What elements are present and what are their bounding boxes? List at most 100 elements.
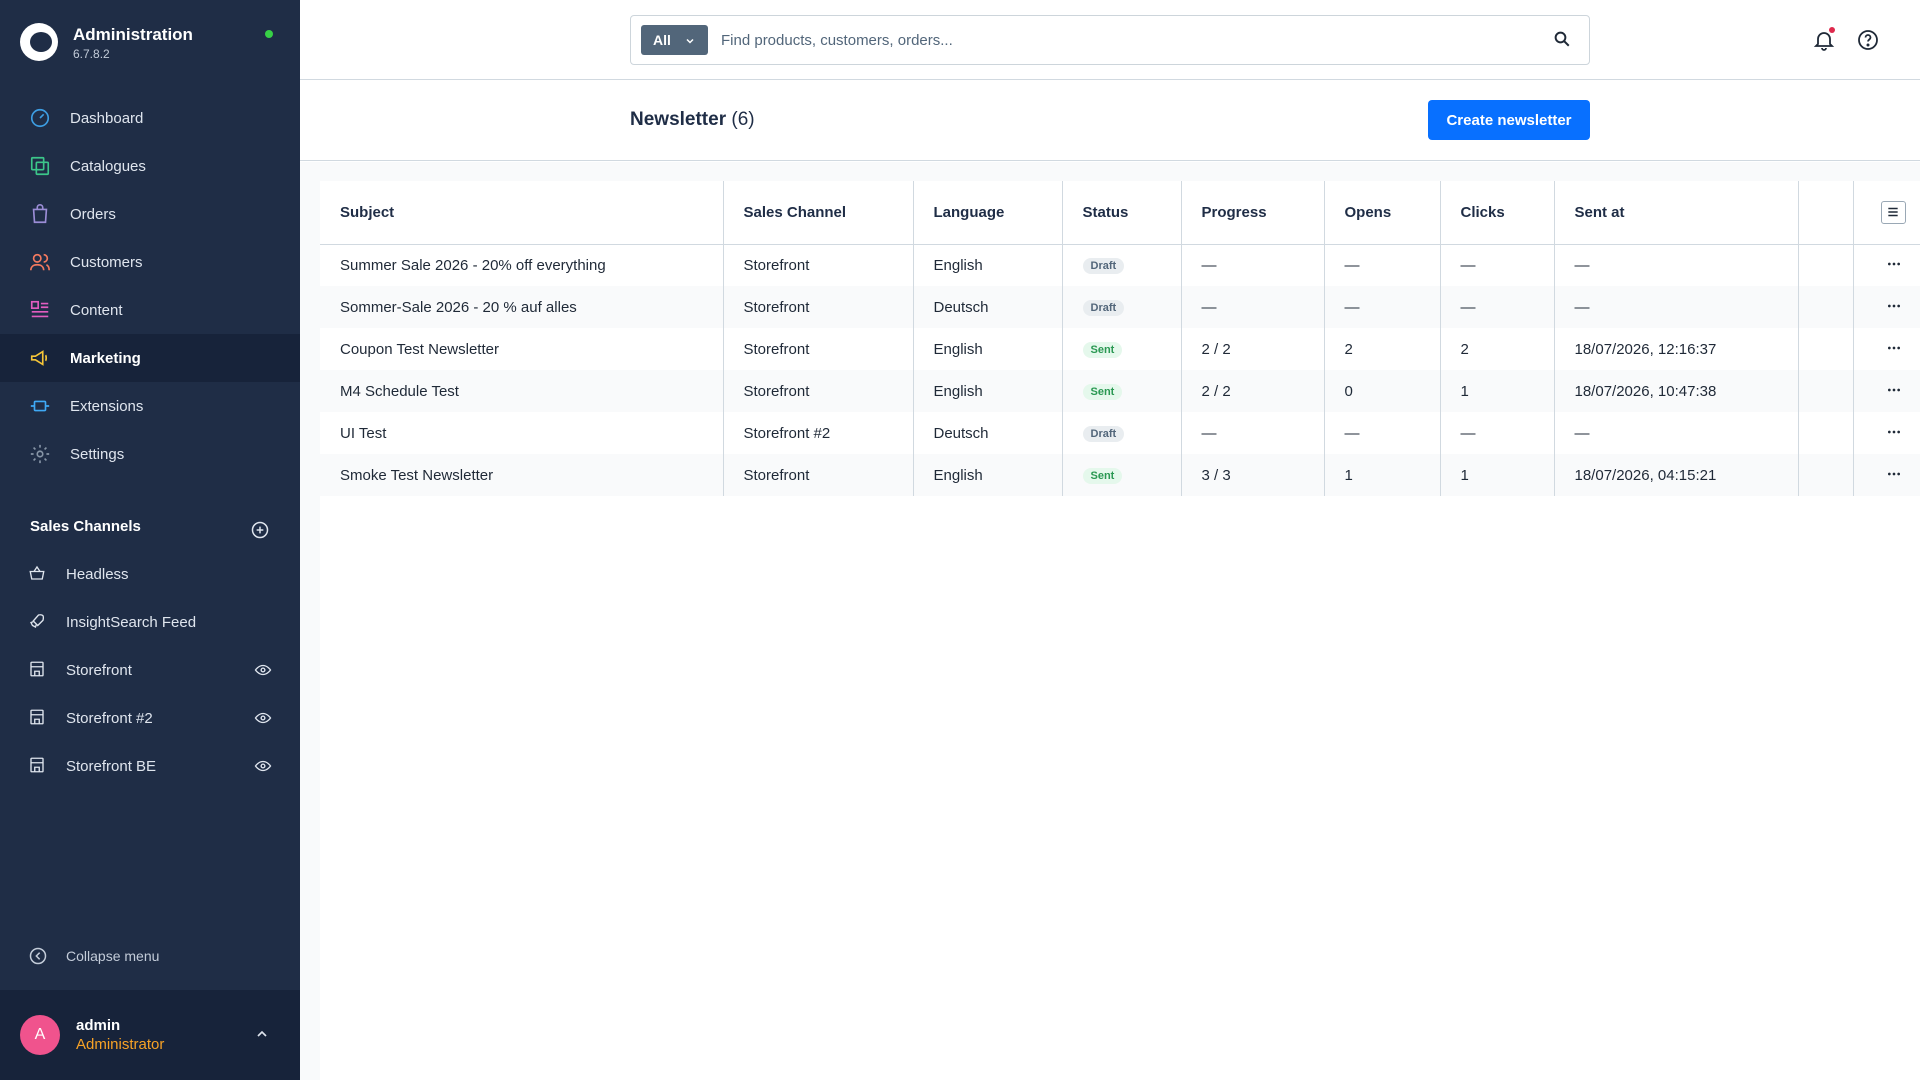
cell-progress: — xyxy=(1181,412,1325,454)
column-header-language[interactable]: Language xyxy=(913,181,1063,245)
nav-label: Extensions xyxy=(70,397,144,415)
more-actions-icon[interactable] xyxy=(1884,422,1904,442)
column-header-progress[interactable]: Progress xyxy=(1181,181,1325,245)
cell-subject[interactable]: M4 Schedule Test xyxy=(320,370,724,412)
cell-actions xyxy=(1853,412,1920,454)
more-actions-icon[interactable] xyxy=(1884,254,1904,274)
cell-clicks: 2 xyxy=(1440,328,1555,370)
chevron-down-icon xyxy=(686,38,694,44)
cell-channel: Storefront xyxy=(723,454,914,496)
nav-item-dashboard[interactable]: Dashboard xyxy=(0,94,300,142)
cell-clicks: 1 xyxy=(1440,454,1555,496)
notifications-bell-icon[interactable] xyxy=(1812,27,1836,52)
cell-sent-at: 18/07/2026, 04:15:21 xyxy=(1554,454,1799,496)
help-icon[interactable] xyxy=(1856,28,1880,52)
cell-opens: 1 xyxy=(1324,454,1441,496)
cell-clicks: 1 xyxy=(1440,370,1555,412)
eye-icon[interactable] xyxy=(254,661,272,679)
notification-indicator xyxy=(1829,27,1835,33)
shopware-logo-icon xyxy=(20,23,58,61)
app-title: Administration xyxy=(73,25,193,44)
basket-icon xyxy=(28,564,48,584)
catalogues-icon xyxy=(28,154,52,178)
nav-item-settings[interactable]: Settings xyxy=(0,430,300,478)
column-header-opens[interactable]: Opens xyxy=(1324,181,1441,245)
table-row[interactable]: UI Test Storefront #2 Deutsch Draft — — — — xyxy=(320,412,1920,454)
sales-channel-label: Storefront #2 xyxy=(66,709,153,727)
chevron-up-icon[interactable] xyxy=(254,1026,270,1047)
cell-progress: — xyxy=(1181,286,1325,328)
column-header-sent-at[interactable]: Sent at xyxy=(1554,181,1799,245)
cell-spacer xyxy=(1798,328,1854,370)
customers-icon xyxy=(28,250,52,274)
collapse-menu-button[interactable]: Collapse menu xyxy=(28,946,159,966)
settings-icon xyxy=(28,442,52,466)
eye-icon[interactable] xyxy=(254,709,272,727)
cell-progress: — xyxy=(1181,244,1325,286)
storefront-icon xyxy=(28,660,48,680)
column-header-spacer xyxy=(1798,181,1854,245)
cell-language: English xyxy=(913,454,1063,496)
cell-subject[interactable]: UI Test xyxy=(320,412,724,454)
column-header-clicks[interactable]: Clicks xyxy=(1440,181,1555,245)
cell-status: Draft xyxy=(1062,244,1182,286)
cell-subject[interactable]: Sommer-Sale 2026 - 20 % auf alles xyxy=(320,286,724,328)
cell-subject[interactable]: Summer Sale 2026 - 20% off everything xyxy=(320,244,724,286)
rocket-icon xyxy=(28,612,48,632)
sales-channel-storefront-2[interactable]: Storefront #2 xyxy=(0,694,300,742)
column-header-status[interactable]: Status xyxy=(1062,181,1182,245)
page-title-text: Newsletter xyxy=(630,109,727,130)
more-actions-icon[interactable] xyxy=(1884,464,1904,484)
cell-status: Sent xyxy=(1062,328,1182,370)
brand[interactable]: Administration 6.7.8.2 xyxy=(20,20,280,64)
search-input[interactable] xyxy=(721,26,1521,54)
cell-subject[interactable]: Coupon Test Newsletter xyxy=(320,328,724,370)
create-newsletter-button[interactable]: Create newsletter xyxy=(1428,100,1590,140)
nav-item-extensions[interactable]: Extensions xyxy=(0,382,300,430)
sales-channel-insightsearch[interactable]: InsightSearch Feed xyxy=(0,598,300,646)
user-name: admin xyxy=(76,1017,121,1034)
nav-item-catalogues[interactable]: Catalogues xyxy=(0,142,300,190)
sales-channel-storefront-be[interactable]: Storefront BE xyxy=(0,742,300,790)
add-sales-channel-icon[interactable] xyxy=(250,520,270,540)
search-type-dropdown[interactable]: All xyxy=(641,25,708,55)
smart-bar: Newsletter (6) Create newsletter xyxy=(300,81,1920,161)
table-row[interactable]: Summer Sale 2026 - 20% off everything Sto… xyxy=(320,244,1920,286)
column-header-subject[interactable]: Subject xyxy=(320,181,724,245)
search-icon[interactable] xyxy=(1553,30,1573,50)
user-menu[interactable]: A admin Administrator xyxy=(0,990,300,1080)
cell-opens: 0 xyxy=(1324,370,1441,412)
cell-spacer xyxy=(1798,370,1854,412)
more-actions-icon[interactable] xyxy=(1884,296,1904,316)
main-nav: Dashboard Catalogues Orders Customers Co… xyxy=(0,94,300,478)
sales-channel-headless[interactable]: Headless xyxy=(0,550,300,598)
cell-sent-at: 18/07/2026, 12:16:37 xyxy=(1554,328,1799,370)
table-row[interactable]: Coupon Test Newsletter Storefront English S… xyxy=(320,328,1920,370)
cell-progress: 3 / 3 xyxy=(1181,454,1325,496)
table-row[interactable]: Smoke Test Newsletter Storefront English Se… xyxy=(320,454,1920,496)
status-badge: Draft xyxy=(1082,300,1125,316)
storefront-icon xyxy=(28,708,48,728)
sales-channels-title: Sales Channels xyxy=(30,518,141,535)
sales-channel-storefront[interactable]: Storefront xyxy=(0,646,300,694)
more-actions-icon[interactable] xyxy=(1884,338,1904,358)
sales-channel-label: Storefront xyxy=(66,661,132,679)
column-header-sales-channel[interactable]: Sales Channel xyxy=(723,181,914,245)
nav-item-content[interactable]: Content xyxy=(0,286,300,334)
nav-item-orders[interactable]: Orders xyxy=(0,190,300,238)
eye-icon[interactable] xyxy=(254,757,272,775)
orders-icon xyxy=(28,202,52,226)
nav-label: Customers xyxy=(70,253,143,271)
nav-item-marketing[interactable]: Marketing xyxy=(0,334,300,382)
cell-clicks: — xyxy=(1440,412,1555,454)
column-settings-icon[interactable] xyxy=(1880,200,1906,224)
table-row[interactable]: Sommer-Sale 2026 - 20 % auf alles Storefr… xyxy=(320,286,1920,328)
nav-item-customers[interactable]: Customers xyxy=(0,238,300,286)
cell-subject[interactable]: Smoke Test Newsletter xyxy=(320,454,724,496)
more-actions-icon[interactable] xyxy=(1884,380,1904,400)
table-row[interactable]: M4 Schedule Test Storefront English Sent 2 /… xyxy=(320,370,1920,412)
cell-language: English xyxy=(913,328,1063,370)
cell-status: Sent xyxy=(1062,370,1182,412)
cell-clicks: — xyxy=(1440,244,1555,286)
sidebar: Administration 6.7.8.2 Dashboard Catalog… xyxy=(0,0,300,1080)
